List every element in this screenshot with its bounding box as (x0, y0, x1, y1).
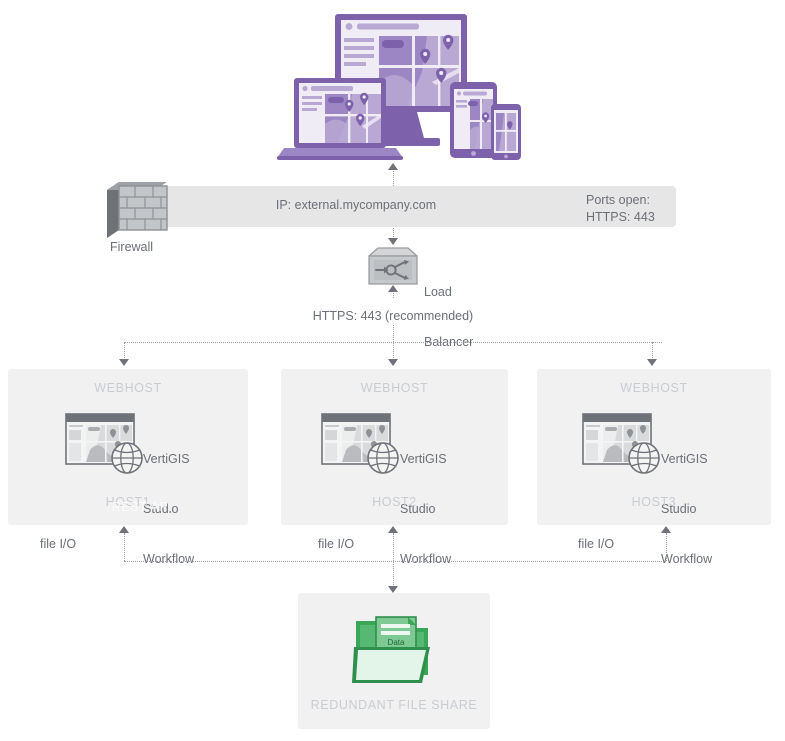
connector-lb-to-host2 (393, 342, 394, 360)
arrow-up-to-host3-fileio (660, 526, 671, 533)
firewall-label: Firewall (110, 240, 154, 254)
firewall-svg (107, 182, 168, 238)
app-label-2-line1: VertiGIS (400, 451, 447, 466)
workflow-app-icon-svg-2 (321, 413, 399, 474)
arrow-up-to-host2-fileio (387, 526, 398, 533)
data-directory-doc-line1: Data (388, 638, 405, 647)
connector-fileio-to-fileshare (393, 561, 394, 587)
host-label-2: HOST2 (372, 495, 417, 509)
architecture-diagram: IP: external.mycompany.com Ports open: H… (0, 0, 785, 741)
firewall-banner-ip-text: IP: external.mycompany.com (275, 198, 437, 212)
connector-host3-fileio (666, 533, 667, 561)
webhost-header-2: WEBHOST (360, 381, 429, 395)
app-label-2-line3: Workflow (400, 552, 452, 566)
ports-open-label: Ports open: (586, 193, 650, 207)
connector-host1-fileio (124, 533, 125, 561)
webhost-panel-1[interactable]: WEBHOST VertiGIS Studio Workflow HOST1 R… (8, 369, 248, 566)
ports-open-value: HTTPS: 443 (586, 209, 655, 224)
arrow-down-to-host2 (387, 359, 398, 366)
host-label-3: HOST3 (631, 495, 677, 509)
file-io-label-3: file I/O (578, 537, 615, 551)
app-label-3-line3: Workflow (661, 552, 713, 566)
connector-lb-to-host3 (652, 342, 653, 360)
connector-fileio-bus-horizontal (124, 561, 666, 562)
connector-lb-to-host1 (124, 342, 125, 360)
folder-data-directory-icon: Data Directory (350, 611, 438, 694)
arrow-down-to-host3 (646, 359, 657, 366)
webhost-header-3: WEBHOST (620, 381, 688, 395)
load-balancer-icon (365, 245, 421, 287)
app-icon-1 (65, 413, 151, 480)
load-balancer-svg (368, 247, 418, 285)
https-recommended-label: HTTPS: 443 (recommended) (312, 309, 474, 323)
rest-api-ghost-label-1: REST API (111, 500, 173, 514)
globe-icon (367, 442, 399, 474)
arrow-down-to-loadbalancer (387, 238, 398, 245)
load-balancer-label-line1: Load (424, 284, 452, 299)
arrow-up-to-clients (387, 163, 398, 170)
arrow-up-to-host1-fileio (118, 526, 129, 533)
file-share-panel[interactable]: Data Directory REDUNDANT FILE SHARE (298, 593, 490, 729)
connector-host2-fileio (393, 533, 394, 561)
app-label-1-line1: VertiGIS (143, 451, 190, 466)
app-label-2: VertiGIS Studio Workflow (400, 417, 451, 601)
app-label-3: VertiGIS Studio Workflow (661, 417, 712, 601)
app-icon-2 (321, 413, 407, 480)
devices-svg (277, 14, 521, 160)
file-share-caption: REDUNDANT FILE SHARE (310, 698, 478, 712)
app-label-1-line3: Workflow (143, 552, 195, 566)
arrow-up-to-loadbalancer (387, 285, 398, 292)
connector-lb-bus-stem (393, 325, 394, 342)
file-io-label-1: file I/O (40, 537, 77, 551)
firewall-brick-wall-icon (105, 178, 173, 238)
webhost-header-1: WEBHOST (94, 381, 162, 395)
webhost-panel-2[interactable]: WEBHOST VertiGIS Studio Workflow HOST2 (281, 369, 508, 566)
app-icon-3 (582, 413, 668, 480)
workflow-app-icon-svg-3 (582, 413, 660, 474)
workflow-app-icon-svg (65, 413, 143, 474)
client-devices-illustration (272, 12, 522, 164)
globe-icon (628, 442, 660, 474)
arrow-down-to-host1 (118, 359, 129, 366)
folder-svg: Data Directory (352, 616, 430, 683)
globe-icon (111, 442, 143, 474)
connector-clients-firewall (393, 168, 394, 188)
arrow-down-to-fileshare (387, 586, 398, 593)
file-io-label-2: file I/O (318, 537, 355, 551)
firewall-banner-ports: Ports open: HTTPS: 443 (586, 192, 655, 225)
webhost-panel-3[interactable]: WEBHOST VertiGIS Studio Workflow HOST3 (537, 369, 771, 566)
app-label-3-line1: VertiGIS (661, 451, 708, 466)
